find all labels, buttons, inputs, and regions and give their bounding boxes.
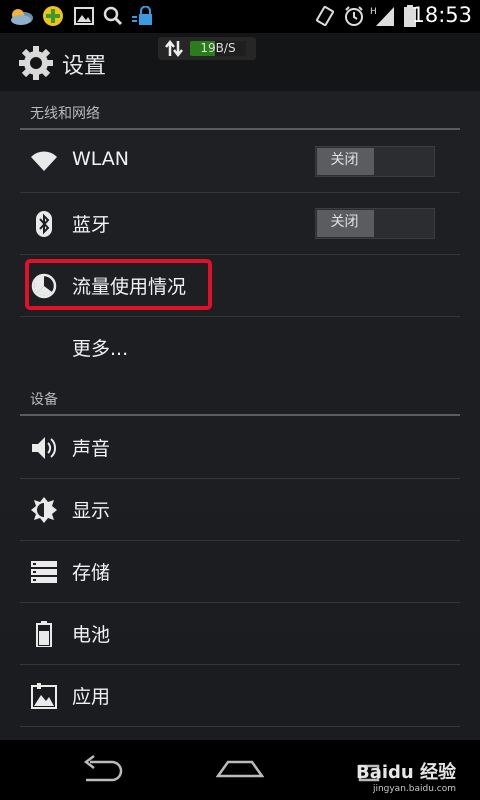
svg-text:H: H bbox=[370, 7, 377, 17]
navigation-bar: Baidu 经验 jingyan.baidu.com bbox=[0, 740, 480, 800]
watermark: Baidu 经验 jingyan.baidu.com bbox=[356, 758, 456, 794]
settings-item-label: WLAN bbox=[72, 148, 130, 170]
weather-icon bbox=[10, 5, 34, 27]
bluetooth-toggle[interactable]: 关闭 bbox=[315, 208, 435, 239]
settings-item-label: 声音 bbox=[72, 438, 111, 460]
divider bbox=[20, 726, 460, 727]
section-header-device: 设备 bbox=[30, 392, 58, 408]
storage-icon bbox=[30, 559, 58, 585]
page-title: 设置 bbox=[62, 54, 107, 79]
brightness-icon bbox=[30, 497, 58, 523]
bluetooth-icon bbox=[30, 211, 58, 237]
settings-gear-icon[interactable] bbox=[18, 45, 54, 81]
settings-item-label: 存储 bbox=[72, 562, 111, 584]
back-button[interactable] bbox=[78, 754, 124, 786]
network-speed-badge: 19B/S bbox=[158, 37, 256, 60]
section-divider bbox=[20, 414, 460, 416]
settings-item-label: 电池 bbox=[72, 624, 111, 646]
settings-item-display[interactable]: 显示 bbox=[0, 479, 480, 540]
toggle-state: 关闭 bbox=[330, 152, 359, 168]
settings-item-battery[interactable]: 电池 bbox=[0, 603, 480, 664]
watermark-main: Baidu 经验 bbox=[355, 762, 456, 783]
green-plus-icon bbox=[41, 5, 65, 27]
status-time: 18:53 bbox=[411, 3, 472, 27]
watermark-sub: jingyan.baidu.com bbox=[372, 784, 456, 794]
home-button[interactable] bbox=[215, 754, 265, 786]
signal-h-icon: H bbox=[370, 5, 396, 27]
settings-item-bluetooth[interactable]: 蓝牙 关闭 bbox=[0, 193, 480, 254]
wlan-toggle[interactable]: 关闭 bbox=[315, 146, 435, 177]
search-icon bbox=[101, 5, 125, 27]
settings-item-more[interactable]: 更多... bbox=[0, 317, 480, 378]
section-divider bbox=[20, 128, 460, 130]
settings-item-sound[interactable]: 声音 bbox=[0, 417, 480, 478]
speed-meter: 19B/S bbox=[190, 41, 246, 56]
vibrate-icon bbox=[313, 5, 337, 27]
settings-item-storage[interactable]: 存储 bbox=[0, 541, 480, 602]
highlight-box bbox=[25, 259, 212, 310]
wifi-icon bbox=[30, 149, 58, 175]
settings-item-label: 应用 bbox=[72, 686, 111, 708]
settings-item-apps[interactable]: 应用 bbox=[0, 665, 480, 726]
settings-list: 无线和网络 WLAN 关闭 蓝牙 关闭 流量使用情况 更多... 设备 声音 显… bbox=[0, 91, 480, 740]
apps-icon bbox=[30, 683, 58, 709]
speaker-icon bbox=[30, 435, 58, 461]
toggle-state: 关闭 bbox=[330, 214, 359, 230]
battery-icon bbox=[30, 621, 58, 647]
section-header-wireless: 无线和网络 bbox=[30, 106, 100, 122]
settings-item-wlan[interactable]: WLAN 关闭 bbox=[0, 131, 480, 192]
speed-value: 19B/S bbox=[200, 41, 236, 55]
lock-icon bbox=[130, 5, 154, 27]
status-bar: H 18:53 bbox=[0, 0, 480, 33]
data-transfer-icon bbox=[164, 39, 184, 58]
settings-item-label: 蓝牙 bbox=[72, 214, 111, 236]
image-icon bbox=[72, 5, 96, 27]
settings-item-label: 更多... bbox=[72, 338, 129, 360]
settings-item-label: 显示 bbox=[72, 500, 111, 522]
alarm-icon bbox=[342, 5, 366, 27]
